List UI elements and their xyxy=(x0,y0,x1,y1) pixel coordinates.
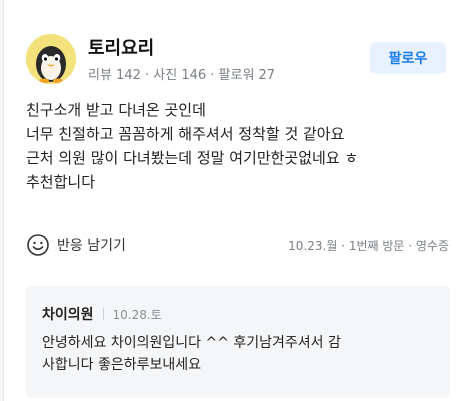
review-line: 근처 의원 많이 다녀봤는데 정말 여기만한곳없네요 ㅎ xyxy=(26,149,359,167)
reply-line: 안녕하세요 차이의원입니다 ^^ 후기남겨주셔서 감 xyxy=(42,335,341,351)
review-body: 친구소개 받고 다녀온 곳인데 너무 친절하고 꼼꼼하게 해주셔서 정착할 것 … xyxy=(26,98,456,194)
review-card: 토리요리 리뷰 142 · 사진 146 · 팔로워 27 팔로우 친구소개 받… xyxy=(3,0,466,401)
user-avatar[interactable] xyxy=(26,34,76,84)
smiley-icon xyxy=(27,234,49,256)
owner-reply: 차이의원 10.28.토 안녕하세요 차이의원입니다 ^^ 후기남겨주셔서 감 … xyxy=(26,286,450,398)
reply-header: 차이의원 10.28.토 xyxy=(42,304,162,324)
review-header: 토리요리 리뷰 142 · 사진 146 · 팔로워 27 팔로우 xyxy=(26,30,446,86)
review-line: 추천합니다 xyxy=(26,173,96,191)
reply-date: 10.28.토 xyxy=(112,307,162,322)
user-nickname[interactable]: 토리요리 xyxy=(88,34,154,60)
reply-author: 차이의원 xyxy=(42,307,94,323)
penguin-avatar-icon xyxy=(26,34,76,84)
reply-line: 사합니다 좋은하루보내세요 xyxy=(42,357,202,373)
review-line: 너무 친절하고 꼼꼼하게 해주셔서 정착할 것 같아요 xyxy=(26,125,345,143)
visit-meta: 10.23.월 · 1번째 방문 · 영수증 xyxy=(288,239,449,253)
follow-button[interactable]: 팔로우 xyxy=(370,42,446,74)
user-stats: 리뷰 142 · 사진 146 · 팔로워 27 xyxy=(88,68,276,83)
reply-divider xyxy=(102,308,104,320)
review-line: 친구소개 받고 다녀온 곳인데 xyxy=(26,101,206,119)
reply-body: 안녕하세요 차이의원입니다 ^^ 후기남겨주셔서 감 사합니다 좋은하루보내세요 xyxy=(42,332,442,376)
reaction-label: 반응 남기기 xyxy=(57,238,126,254)
reaction-button[interactable]: 반응 남기기 xyxy=(26,232,126,258)
